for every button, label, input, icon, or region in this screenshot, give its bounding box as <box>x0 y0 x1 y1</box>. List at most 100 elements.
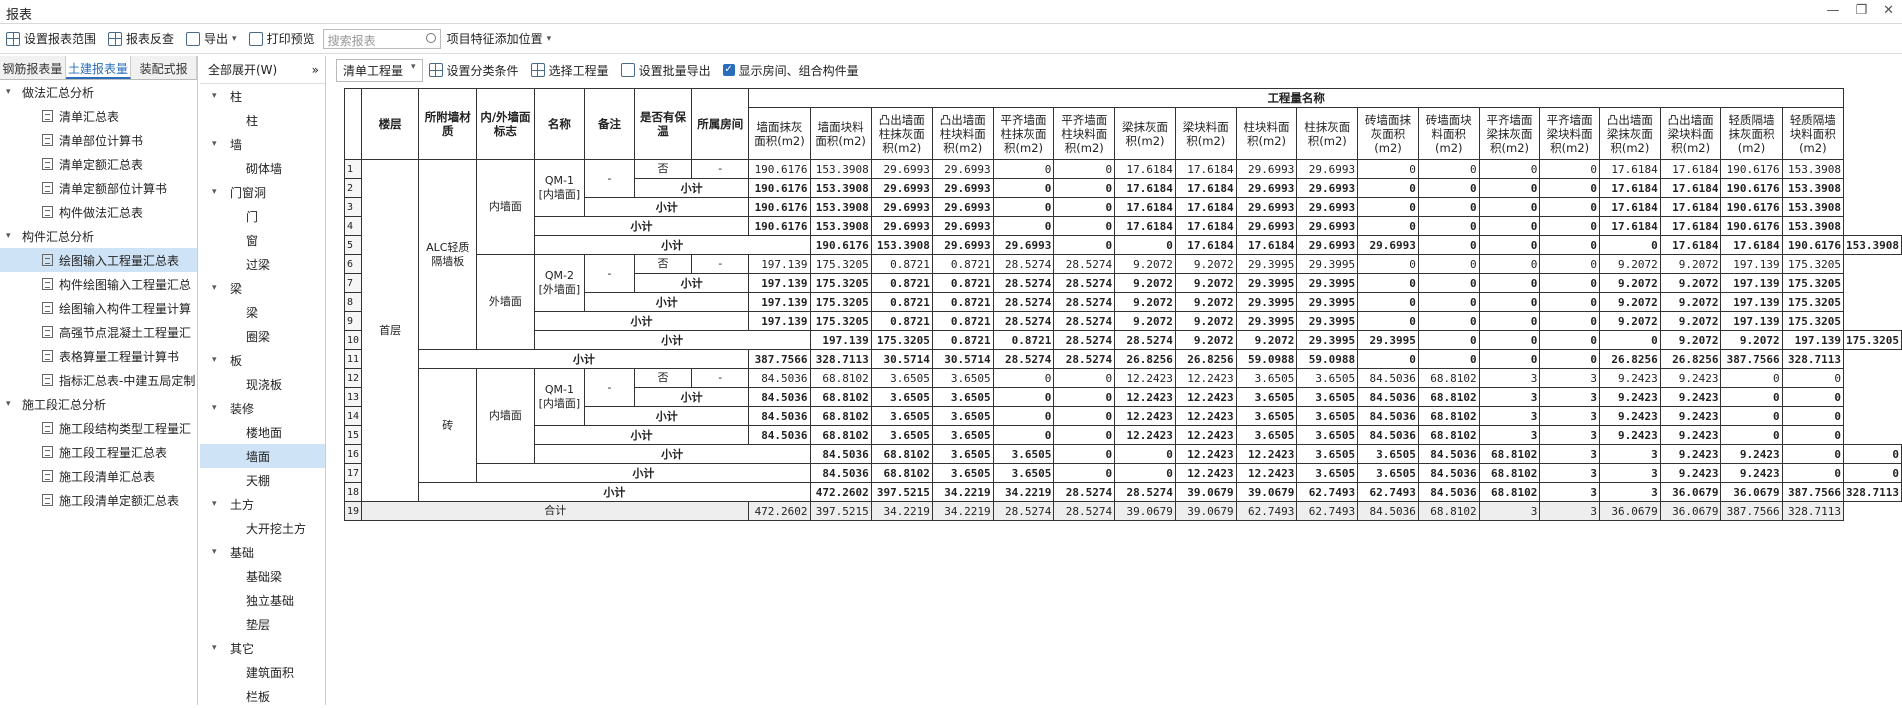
mode-select[interactable]: 清单工程量 ▾ <box>336 58 423 82</box>
show-room-checkbox[interactable]: ✓ 显示房间、组合构件量 <box>717 62 865 79</box>
collapse-icon[interactable]: ▾ <box>212 91 222 101</box>
tree-item[interactable]: 施工段清单定额汇总表 <box>0 488 197 512</box>
feature-position-dropdown[interactable]: 项目特征添加位置 ▾ <box>441 30 558 47</box>
component-item[interactable]: 建筑面积 <box>200 660 325 684</box>
tree-group[interactable]: ▾ 施工段汇总分析 <box>0 392 197 416</box>
component-tree: ▾ 柱柱 ▾ 墙砌体墙 ▾ 门窗洞门窗过梁 ▾ 梁梁圈梁 ▾ 板现浇板 ▾ 装修 楼地面 墙面 天棚 ▾ 土方大… <box>200 84 325 708</box>
value-cell: 0 <box>1781 444 1845 464</box>
collapse-icon[interactable]: ▾ <box>212 283 222 293</box>
component-item[interactable]: 砌体墙 <box>200 156 325 180</box>
collapse-icon[interactable]: ▾ <box>212 139 222 149</box>
close-icon[interactable]: ✕ <box>1883 3 1894 18</box>
class-condition-button[interactable]: 设置分类条件 <box>423 62 525 79</box>
component-item[interactable]: 门 <box>200 204 325 228</box>
value-cell: 9.2072 <box>1174 273 1237 293</box>
component-item[interactable]: 大开挖土方 <box>200 516 325 540</box>
report-toolbar: 清单工程量 ▾ 设置分类条件 选择工程量 设置批量导出 ✓ 显示房间、组合构件量 <box>328 56 1902 84</box>
collapse-icon[interactable]: ▾ <box>212 547 222 557</box>
component-item[interactable]: 柱 <box>200 108 325 132</box>
value-cell: 0 <box>1720 406 1783 426</box>
print-preview-button[interactable]: 打印预览 <box>243 30 321 47</box>
tree-item[interactable]: 绘图输入工程量汇总表 <box>0 248 197 272</box>
tree-item[interactable]: 构件做法汇总表 <box>0 200 197 224</box>
value-cell: 0.8721 <box>992 330 1055 350</box>
tree-group[interactable]: ▾ 构件汇总分析 <box>0 224 197 248</box>
value-cell: 68.8102 <box>809 406 872 426</box>
select-quantity-button[interactable]: 选择工程量 <box>525 62 615 79</box>
collapse-icon[interactable]: ▾ <box>6 399 16 409</box>
tab-1[interactable]: 土建报表量 <box>65 56 132 79</box>
tree-item[interactable]: 指标汇总表-中建五局定制 <box>0 368 197 392</box>
component-group[interactable]: ▾ 土方 <box>200 492 325 516</box>
component-item[interactable]: 楼地面 <box>200 420 325 444</box>
batch-export-button[interactable]: 设置批量导出 <box>615 62 717 79</box>
tree-item[interactable]: 清单部位计算书 <box>0 128 197 152</box>
collapse-icon[interactable]: ▾ <box>6 87 16 97</box>
row-number: 13 <box>343 387 363 407</box>
component-item[interactable]: 墙面 <box>200 444 325 468</box>
tab-0[interactable]: 钢筋报表量 <box>0 56 66 79</box>
restore-icon[interactable]: ❐ <box>1855 3 1867 18</box>
value-cell: 0 <box>1357 216 1419 236</box>
expand-all-button[interactable]: 全部展开(W) <box>208 61 277 78</box>
set-range-button[interactable]: 设置报表范围 <box>0 30 102 47</box>
collapse-icon[interactable]: ▾ <box>212 355 222 365</box>
component-group[interactable]: ▾ 板 <box>200 348 325 372</box>
component-group[interactable]: ▾ 门窗洞 <box>200 180 325 204</box>
value-cell: 0 <box>1114 235 1176 255</box>
component-group[interactable]: ▾ 柱 <box>200 84 325 108</box>
component-group[interactable]: ▾ 装修 <box>200 396 325 420</box>
component-item[interactable]: 梁 <box>200 300 325 324</box>
tab-2[interactable]: 装配式报 <box>131 56 198 79</box>
tree-item[interactable]: 构件绘图输入工程量汇总 <box>0 272 197 296</box>
component-group[interactable]: ▾ 其它 <box>200 636 325 660</box>
component-group[interactable]: ▾ 基础 <box>200 540 325 564</box>
tree-item[interactable]: 施工段结构类型工程量汇 <box>0 416 197 440</box>
value-cell: 68.8102 <box>870 444 933 464</box>
value-cell: 9.2423 <box>1598 368 1661 388</box>
tree-item[interactable]: 表格算量工程量计算书 <box>0 344 197 368</box>
collapse-icon[interactable]: ▾ <box>6 231 16 241</box>
row-number: 16 <box>343 444 363 464</box>
collapse-icon[interactable]: ▾ <box>212 187 222 197</box>
tree-item[interactable]: 清单定额部位计算书 <box>0 176 197 200</box>
tree-item[interactable]: 施工段清单汇总表 <box>0 464 197 488</box>
component-item[interactable]: 天棚 <box>200 468 325 492</box>
component-item[interactable]: 垫层 <box>200 612 325 636</box>
component-item[interactable]: 圈梁 <box>200 324 325 348</box>
col-quantity-3: 凸出墙面柱块料面积(m2) <box>931 107 994 160</box>
component-group-label: 土方 <box>230 497 255 512</box>
tree-item[interactable]: 清单定额汇总表 <box>0 152 197 176</box>
value-cell: 68.8102 <box>1417 406 1480 426</box>
component-item[interactable]: 栏板 <box>200 684 325 708</box>
row-number: 19 <box>343 501 363 521</box>
chevron-right-icon[interactable]: » <box>312 63 319 77</box>
wall-side-cell: 外墙面 <box>476 254 535 350</box>
minimize-icon[interactable]: — <box>1826 3 1839 18</box>
tree-item[interactable]: 清单汇总表 <box>0 104 197 128</box>
collapse-icon[interactable]: ▾ <box>212 403 222 413</box>
value-cell: 12.2423 <box>1174 425 1237 445</box>
value-cell: 0 <box>1720 368 1783 388</box>
component-group[interactable]: ▾ 墙 <box>200 132 325 156</box>
value-cell: 84.5036 <box>1417 444 1480 464</box>
component-item[interactable]: 现浇板 <box>200 372 325 396</box>
export-button[interactable]: 导出 ▾ <box>180 30 243 47</box>
value-cell: 197.139 <box>748 311 811 331</box>
check-icon: ✓ <box>722 64 735 76</box>
tree-item[interactable]: 施工段工程量汇总表 <box>0 440 197 464</box>
tree-item[interactable]: 绘图输入构件工程量计算 <box>0 296 197 320</box>
component-item[interactable]: 窗 <box>200 228 325 252</box>
component-item[interactable]: 独立基础 <box>200 588 325 612</box>
tree-item[interactable]: 高强节点混凝土工程量汇 <box>0 320 197 344</box>
review-button[interactable]: 报表反查 <box>102 30 180 47</box>
tree-group[interactable]: ▾ 做法汇总分析 <box>0 80 197 104</box>
collapse-icon[interactable]: ▾ <box>212 499 222 509</box>
component-group[interactable]: ▾ 梁 <box>200 276 325 300</box>
collapse-icon[interactable]: ▾ <box>212 643 222 653</box>
component-item[interactable]: 基础梁 <box>200 564 325 588</box>
component-item[interactable]: 过梁 <box>200 252 325 276</box>
report-view: 清单工程量 ▾ 设置分类条件 选择工程量 设置批量导出 ✓ 显示房间、组合构件量 楼… <box>328 56 1902 705</box>
value-cell: 84.5036 <box>1357 425 1419 445</box>
search-input[interactable]: 搜索报表 <box>322 28 441 49</box>
